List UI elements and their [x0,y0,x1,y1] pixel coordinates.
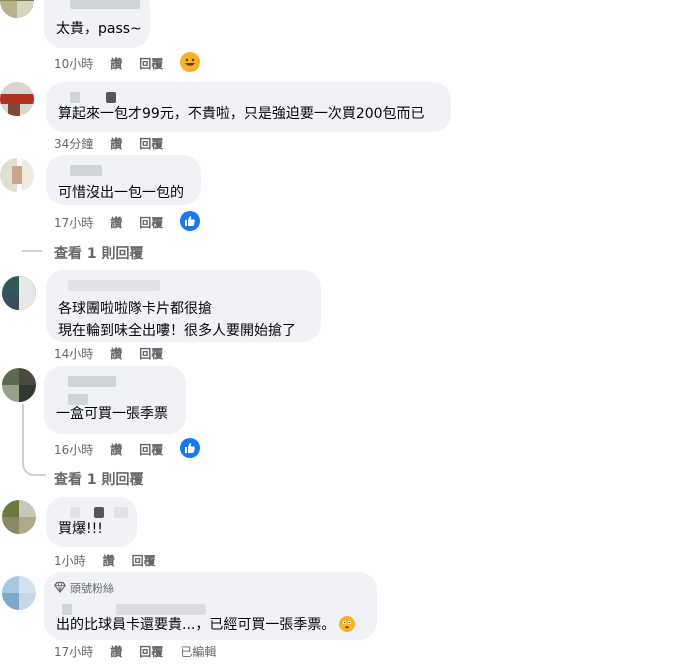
comment-text: 各球團啦啦隊卡片都很搶 [58,301,212,317]
commenter-name-redacted[interactable] [56,392,174,406]
reply-thread-elbow [22,236,42,252]
comment-text: 可惜沒出一包一包的 [58,185,184,201]
like-icon[interactable] [180,438,200,458]
comment-text: 一盒可買一張季票 [56,406,168,422]
avatar[interactable] [0,82,34,116]
avatar[interactable] [0,0,34,18]
comment-meta: 16小時 讚 回覆 [54,441,163,458]
reply-button[interactable]: 回覆 [139,135,163,152]
top-fan-badge: 頭號粉絲 [54,580,365,596]
avatar[interactable] [2,576,36,610]
comment-meta: 34分鐘 讚 回覆 [54,135,163,152]
commenter-name-redacted[interactable] [56,374,174,388]
commenter-name-redacted[interactable] [58,278,309,292]
commenter-name-redacted[interactable] [56,0,140,10]
like-button[interactable]: 讚 [110,643,122,660]
reply-button[interactable]: 回覆 [139,55,163,72]
avatar[interactable] [0,158,34,192]
comment-time[interactable]: 1小時 [54,552,86,569]
comment-time[interactable]: 16小時 [54,441,93,458]
like-button[interactable]: 讚 [110,441,122,458]
comment-meta: 1小時 讚 回覆 [54,552,156,569]
edited-label: 已編輯 [180,645,217,659]
view-replies-link[interactable]: 查看 1 則回覆 [54,243,144,263]
comment-text: 現在輪到味全出嘍！很多人要開始搶了 [58,323,296,339]
avatar[interactable] [2,500,36,534]
flushed-face-icon [339,616,356,632]
like-button[interactable]: 讚 [110,214,122,231]
like-button[interactable]: 讚 [110,345,122,362]
avatar[interactable] [2,276,36,310]
reply-button[interactable]: 回覆 [139,214,163,231]
reply-button[interactable]: 回覆 [132,552,156,569]
reply-thread-elbow [22,450,46,476]
like-button[interactable]: 讚 [110,55,122,72]
comment-text: 太貴，pass~ [56,21,142,37]
top-fan-label: 頭號粉絲 [70,582,114,595]
like-button[interactable]: 讚 [103,552,115,569]
commenter-name-redacted[interactable] [58,505,128,519]
comment-bubble: 一盒可買一張季票 [44,366,186,434]
view-replies-link[interactable]: 查看 1 則回覆 [54,469,144,489]
commenter-name-redacted[interactable] [58,90,439,104]
comment-bubble: 買爆!!! [46,497,137,547]
diamond-icon [54,581,66,596]
comment-time[interactable]: 14小時 [54,345,93,362]
like-icon[interactable] [180,211,200,231]
commenter-name-redacted[interactable] [56,602,365,616]
comment-bubble: 可惜沒出一包一包的 [46,155,201,205]
comment-text: 買爆!!! [58,521,103,537]
comment-text: 算起來一包才99元，不貴啦，只是強迫要一次買200包而已 [58,106,425,122]
avatar[interactable] [2,368,36,402]
haha-icon[interactable] [180,52,200,72]
reply-button[interactable]: 回覆 [139,643,163,660]
comment-bubble: 各球團啦啦隊卡片都很搶 現在輪到味全出嘍！很多人要開始搶了 [46,270,321,342]
reply-button[interactable]: 回覆 [139,441,163,458]
reply-button[interactable]: 回覆 [139,345,163,362]
comment-bubble: 算起來一包才99元，不貴啦，只是強迫要一次買200包而已 [46,82,451,132]
like-button[interactable]: 讚 [110,135,122,152]
comment-time[interactable]: 10小時 [54,55,93,72]
comment-time[interactable]: 17小時 [54,214,93,231]
comment-meta: 17小時 讚 回覆 已編輯 [54,643,216,660]
comment-time[interactable]: 34分鐘 [54,135,93,152]
comment-bubble: 太貴，pass~ [44,0,150,48]
comment-meta: 17小時 讚 回覆 [54,214,163,231]
comment-text: 出的比球員卡還要貴...，已經可買一張季票。 [56,614,365,636]
comment-meta: 10小時 讚 回覆 [54,55,163,72]
commenter-name-redacted[interactable] [58,163,189,177]
comment-bubble: 頭號粉絲 出的比球員卡還要貴...，已經可買一張季票。 [44,572,377,640]
comment-meta: 14小時 讚 回覆 [54,345,163,362]
comment-time[interactable]: 17小時 [54,643,93,660]
